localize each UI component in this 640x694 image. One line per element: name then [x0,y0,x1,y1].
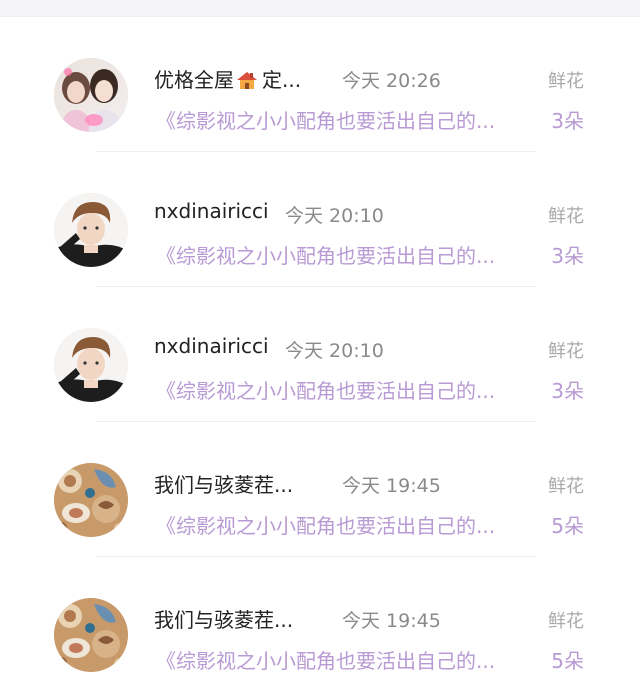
book-title-link[interactable]: 《综影视之小小配角也要活出自己的... [156,510,530,539]
sender-name-text: 优格全屋 [154,68,234,92]
house-icon [237,72,257,89]
sender-name-suffix: 定... [262,68,302,92]
avatar[interactable] [54,58,128,132]
avatar[interactable] [54,463,128,537]
top-strip [0,0,640,17]
timestamp: 今天 19:45 [342,610,441,632]
book-title-link[interactable]: 《综影视之小小配角也要活出自己的... [156,375,530,404]
timestamp: 今天 19:45 [342,475,441,497]
avatar[interactable] [54,328,128,402]
book-title-link[interactable]: 《综影视之小小配角也要活出自己的... [156,105,530,134]
girls-photo-icon [54,58,128,132]
gift-type-label: 鲜花 [548,341,584,362]
gift-count: 5朵 [551,649,584,673]
list-item[interactable]: nxdinairicci 今天 20:10 鲜花 《综影视之小小配角也要活出自己… [0,152,640,287]
sender-name: 我们与骇菱茬... [154,608,294,632]
avatar[interactable] [54,598,128,672]
gift-count: 3朵 [551,244,584,268]
sender-name: nxdinairicci [154,334,269,358]
gift-count: 3朵 [551,109,584,133]
gift-type-label: 鲜花 [548,71,584,92]
gift-type-label: 鲜花 [548,611,584,632]
gift-count: 5朵 [551,514,584,538]
boy-photo-icon [54,328,128,402]
sender-name: nxdinairicci [154,199,269,223]
book-title-link[interactable]: 《综影视之小小配角也要活出自己的... [156,645,530,674]
timestamp: 今天 20:10 [285,340,384,362]
timestamp: 今天 20:26 [342,70,441,92]
list-item[interactable]: 优格全屋 定... 今天 20:26 鲜花 《综影视之小小配角也要活出自己的..… [0,17,640,152]
gift-record-list: 优格全屋 定... 今天 20:26 鲜花 《综影视之小小配角也要活出自己的..… [0,17,640,692]
book-title-link[interactable]: 《综影视之小小配角也要活出自己的... [156,240,530,269]
gift-count: 3朵 [551,379,584,403]
seashells-photo-icon [54,598,128,672]
gift-type-label: 鲜花 [548,476,584,497]
avatar[interactable] [54,193,128,267]
list-item[interactable]: 我们与骇菱茬... 今天 19:45 鲜花 《综影视之小小配角也要活出自己的..… [0,422,640,557]
list-item[interactable]: 我们与骇菱茬... 今天 19:45 鲜花 《综影视之小小配角也要活出自己的..… [0,557,640,692]
sender-name: 优格全屋 定... [154,64,301,93]
list-item[interactable]: nxdinairicci 今天 20:10 鲜花 《综影视之小小配角也要活出自己… [0,287,640,422]
seashells-photo-icon [54,463,128,537]
sender-name: 我们与骇菱茬... [154,473,294,497]
gift-type-label: 鲜花 [548,206,584,227]
timestamp: 今天 20:10 [285,205,384,227]
boy-photo-icon [54,193,128,267]
